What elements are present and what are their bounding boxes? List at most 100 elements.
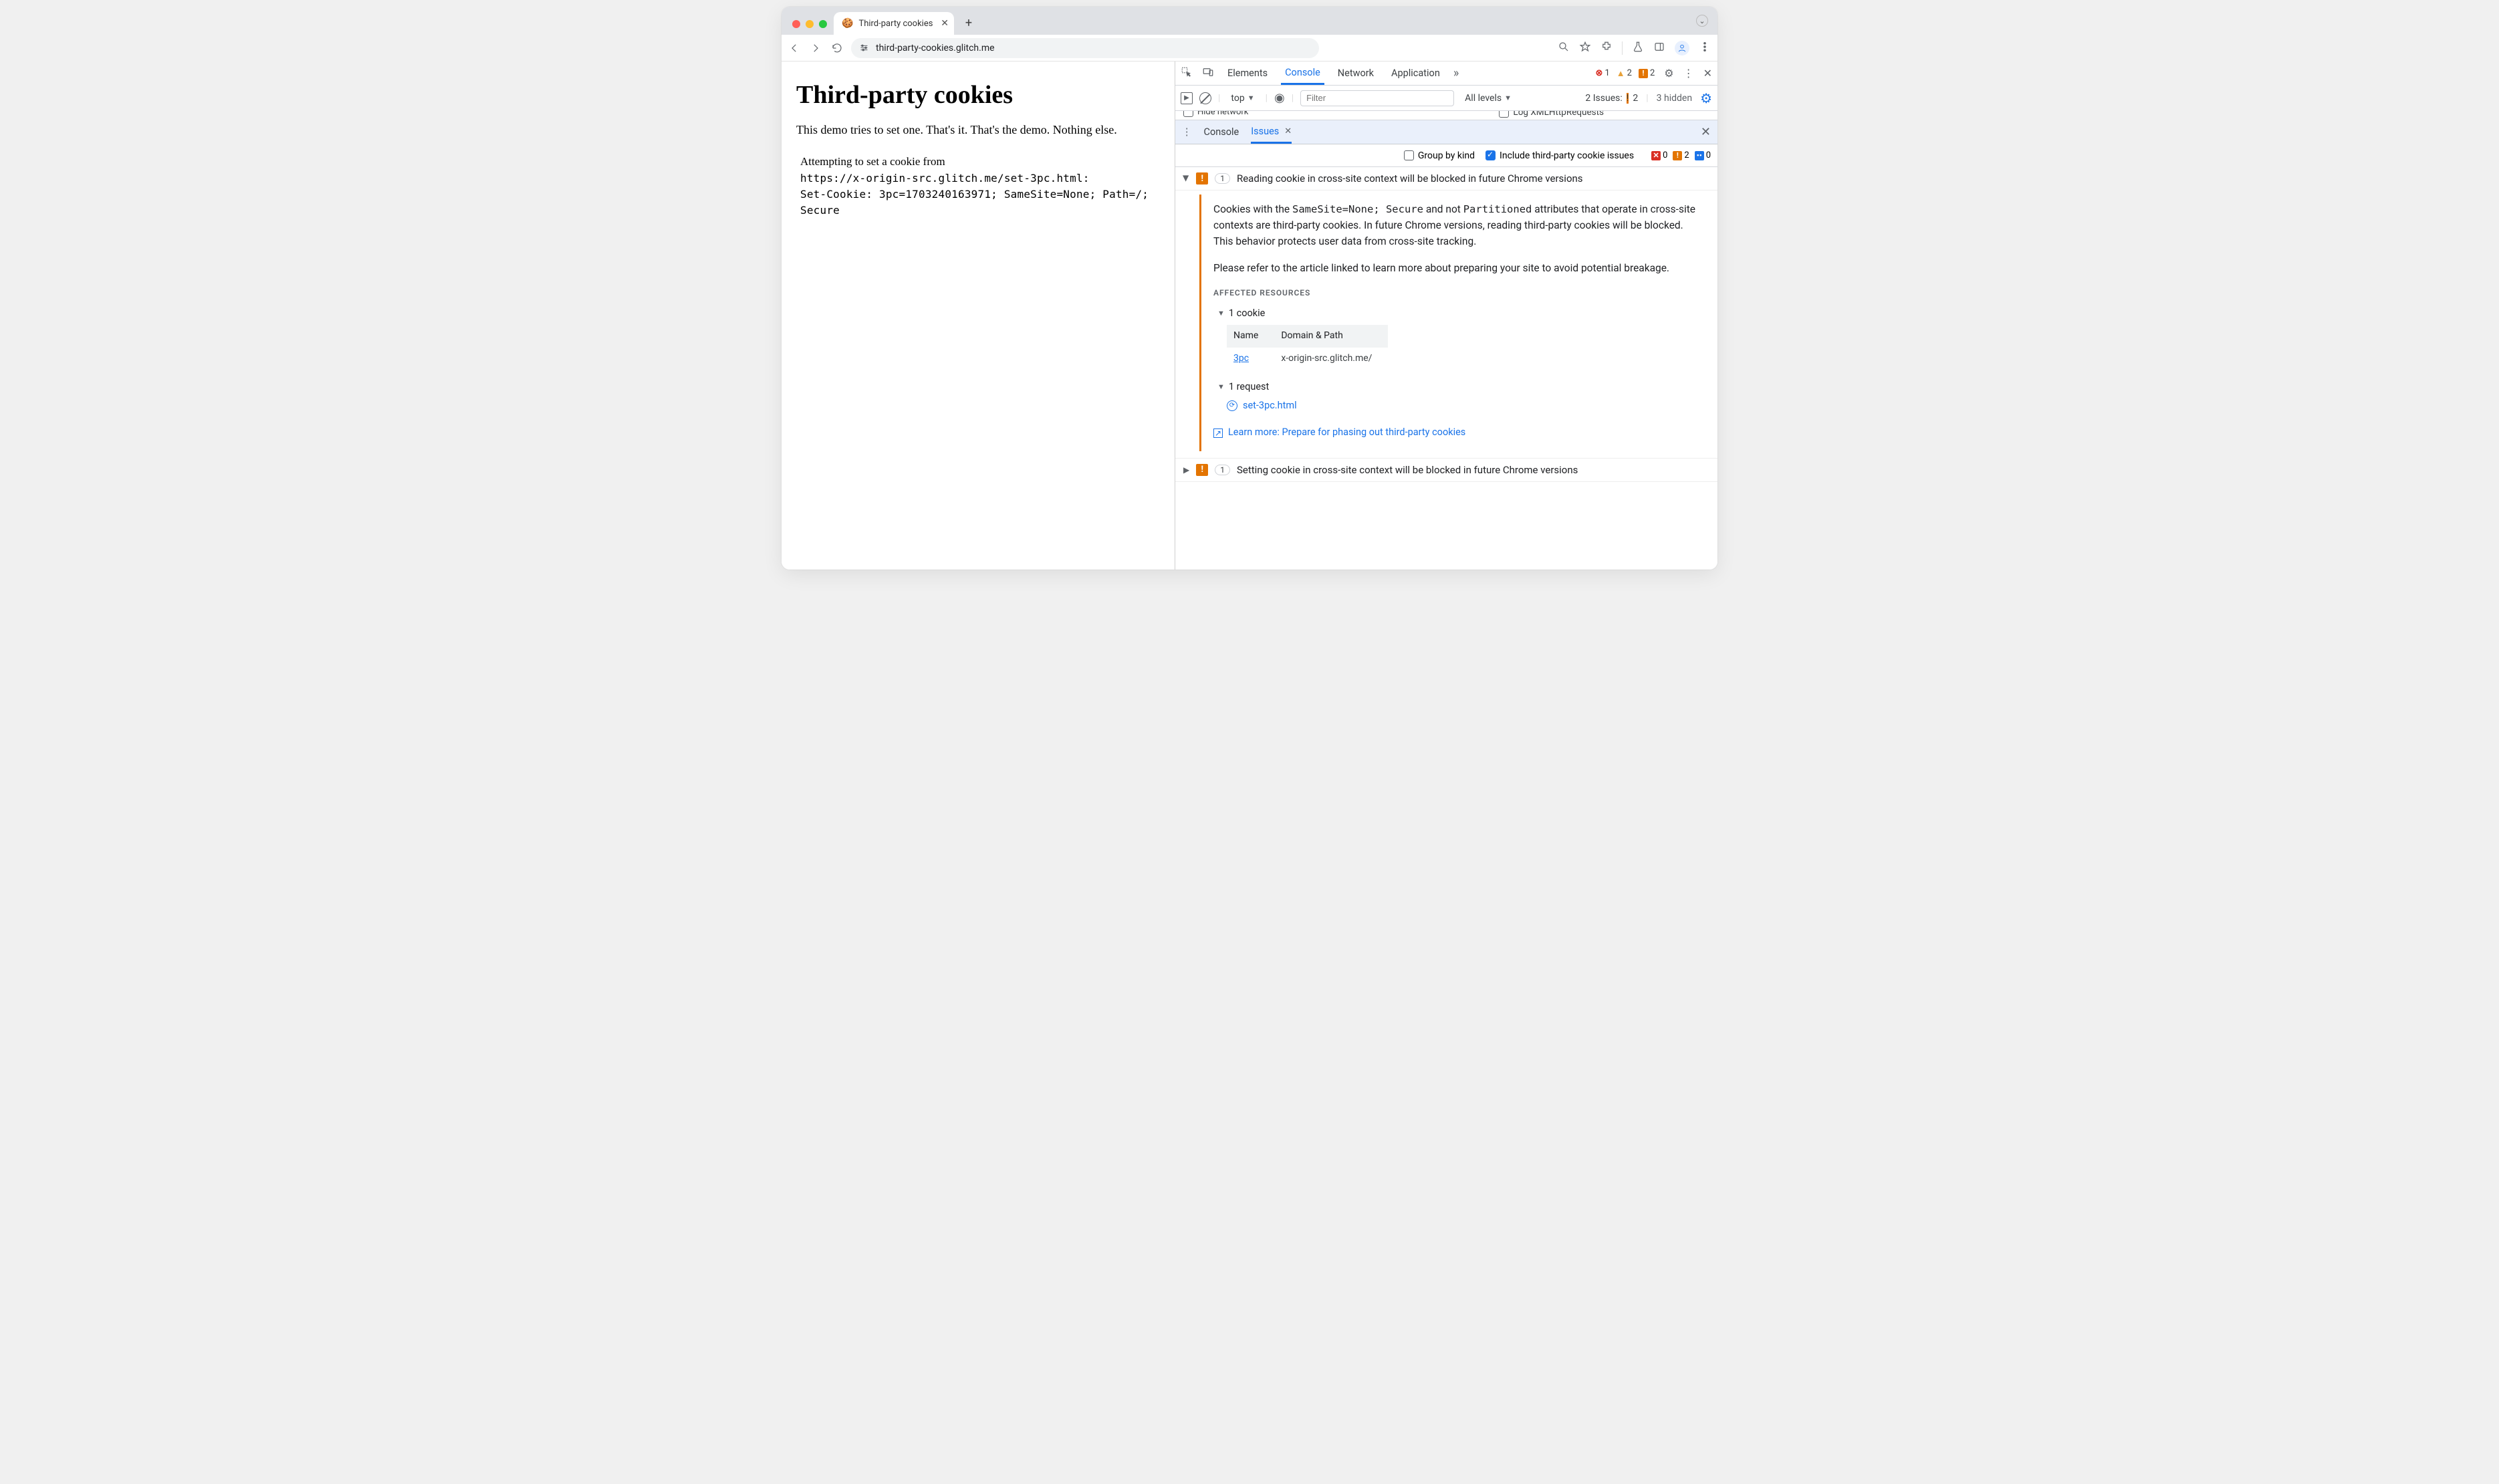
disclosure-triangle-icon: ▶ (1183, 465, 1189, 475)
issues-link[interactable]: 2 Issues:!2 (1585, 93, 1638, 104)
tab-strip: 🍪 Third-party cookies ✕ + ⌄ (782, 7, 1717, 35)
address-bar[interactable]: third-party-cookies.glitch.me (851, 38, 1319, 58)
console-settings-icon[interactable]: ⚙ (1700, 90, 1712, 106)
error-count[interactable]: ⊗1 (1596, 68, 1610, 78)
issues-count[interactable]: !2 (1639, 68, 1655, 78)
table-row: 3pc x-origin-src.glitch.me/ (1227, 348, 1388, 370)
refresh-icon: ⟳ (1227, 400, 1237, 411)
request-link[interactable]: ⟳ set-3pc.html (1227, 398, 1704, 413)
forward-button[interactable] (810, 42, 822, 54)
tab-list-button[interactable]: ⌄ (1696, 15, 1708, 27)
issue-title: Reading cookie in cross-site context wil… (1237, 172, 1583, 184)
page-heading: Third-party cookies (796, 80, 1160, 110)
affected-cookies-table: NameDomain & Path 3pc x-origin-src.glitc… (1227, 325, 1388, 370)
browser-toolbar: third-party-cookies.glitch.me (782, 35, 1717, 61)
tab-network[interactable]: Network (1334, 61, 1378, 85)
new-tab-button[interactable]: + (959, 13, 978, 32)
close-tab-icon[interactable]: ✕ (941, 18, 949, 29)
request-subgroup: ▼1 request ⟳ set-3pc.html (1217, 380, 1704, 414)
bookmark-icon[interactable] (1579, 41, 1591, 55)
cookie-url: https://x-origin-src.glitch.me/set-3pc.h… (800, 170, 1160, 187)
devtools-tabs: Elements Console Network Application » ⊗… (1175, 61, 1717, 86)
issue-count-pill: 1 (1215, 173, 1230, 184)
issues-errors-count: ✕0 (1651, 150, 1667, 160)
tab-console[interactable]: Console (1281, 61, 1324, 85)
issues-warn-count: !2 (1673, 150, 1689, 160)
close-window-button[interactable] (792, 20, 800, 28)
zoom-icon[interactable] (1558, 41, 1570, 55)
th-name: Name (1227, 325, 1274, 348)
cookie-subgroup: ▼1 cookie NameDomain & Path 3pc x-origin… (1217, 306, 1704, 370)
issue-title: Setting cookie in cross-site context wil… (1237, 464, 1578, 476)
issue-detail: Cookies with the SameSite=None; Secure a… (1199, 195, 1717, 451)
devtools-menu-icon[interactable]: ⋮ (1683, 67, 1694, 80)
issue-count-pill: 1 (1215, 465, 1230, 475)
filter-input[interactable] (1300, 90, 1454, 106)
site-settings-icon[interactable] (859, 43, 869, 53)
browser-tab[interactable]: 🍪 Third-party cookies ✕ (834, 12, 954, 35)
side-panel-icon[interactable] (1653, 41, 1665, 55)
minimize-window-button[interactable] (806, 20, 814, 28)
issue-row-expanded[interactable]: ▶ ! 1 Reading cookie in cross-site conte… (1175, 167, 1717, 191)
url-text: third-party-cookies.glitch.me (876, 43, 995, 53)
more-tabs-icon[interactable]: » (1453, 66, 1459, 80)
device-toggle-icon[interactable] (1202, 66, 1214, 81)
inspect-icon[interactable] (1181, 66, 1193, 81)
issues-list: ▶ ! 1 Reading cookie in cross-site conte… (1175, 167, 1717, 570)
attempt-line: Attempting to set a cookie from (800, 153, 1160, 170)
drawer-tab-issues[interactable]: Issues ✕ (1251, 120, 1292, 144)
profile-avatar[interactable] (1675, 41, 1689, 55)
warning-icon: ! (1196, 464, 1208, 476)
settings-icon[interactable]: ⚙ (1664, 67, 1673, 80)
zoom-window-button[interactable] (819, 20, 827, 28)
browser-window: 🍪 Third-party cookies ✕ + ⌄ third-party-… (782, 7, 1717, 570)
favicon-icon: 🍪 (842, 18, 853, 29)
devtools: Elements Console Network Application » ⊗… (1175, 61, 1717, 570)
devtools-drawer: ⋮ Console Issues ✕ ✕ Group by kind Inclu… (1175, 120, 1717, 570)
cookie-domain: x-origin-src.glitch.me/ (1274, 348, 1388, 370)
close-devtools-icon[interactable]: ✕ (1703, 67, 1712, 80)
extensions-icon[interactable] (1600, 41, 1613, 55)
tab-application[interactable]: Application (1387, 61, 1444, 85)
tab-title: Third-party cookies (858, 19, 933, 29)
warning-icon: ! (1196, 172, 1208, 184)
external-link-icon (1213, 428, 1223, 438)
cookie-attempt-block: Attempting to set a cookie from https://… (796, 153, 1160, 219)
reload-button[interactable] (831, 42, 843, 54)
group-by-kind-checkbox[interactable]: Group by kind (1404, 150, 1475, 161)
issues-info-count: ••0 (1695, 150, 1711, 160)
request-subgroup-toggle[interactable]: ▼1 request (1217, 380, 1704, 394)
log-levels-selector[interactable]: All levels ▼ (1461, 92, 1516, 105)
page-content: Third-party cookies This demo tries to s… (782, 61, 1175, 570)
cookie-name-link[interactable]: 3pc (1227, 348, 1274, 370)
close-drawer-icon[interactable]: ✕ (1701, 125, 1711, 139)
console-options-row: Hide network Log XMLHttpRequests (1175, 111, 1717, 120)
issue-body-2: Please refer to the article linked to le… (1213, 260, 1704, 276)
affected-resources-heading: AFFECTED RESOURCES (1213, 287, 1704, 299)
separator (1622, 41, 1623, 55)
th-domain: Domain & Path (1274, 325, 1388, 348)
drawer-tabs: ⋮ Console Issues ✕ ✕ (1175, 120, 1717, 144)
chrome-menu-icon[interactable] (1699, 41, 1711, 55)
learn-more-link[interactable]: Learn more: Prepare for phasing out thir… (1213, 425, 1704, 440)
include-3p-checkbox[interactable]: Include third-party cookie issues (1485, 150, 1634, 161)
issue-row-collapsed[interactable]: ▶ ! 1 Setting cookie in cross-site conte… (1175, 458, 1717, 482)
disclosure-triangle-icon: ▶ (1182, 175, 1191, 181)
toggle-sidebar-icon[interactable]: ▶ (1181, 92, 1193, 104)
page-intro: This demo tries to set one. That's it. T… (796, 123, 1160, 137)
back-button[interactable] (788, 42, 800, 54)
context-selector[interactable]: top ▼ (1227, 92, 1258, 105)
clear-console-icon[interactable] (1199, 92, 1211, 104)
issue-body-1: Cookies with the SameSite=None; Secure a… (1213, 201, 1704, 249)
tab-elements[interactable]: Elements (1223, 61, 1272, 85)
hidden-count[interactable]: 3 hidden (1657, 93, 1692, 104)
drawer-menu-icon[interactable]: ⋮ (1182, 126, 1192, 138)
console-toolbar: ▶ | top ▼ | ◉ | All levels ▼ 2 Issues:!2… (1175, 86, 1717, 111)
issues-filter-bar: Group by kind Include third-party cookie… (1175, 144, 1717, 167)
warning-count[interactable]: ▲2 (1617, 68, 1632, 79)
cookie-subgroup-toggle[interactable]: ▼1 cookie (1217, 306, 1704, 321)
live-expression-icon[interactable]: ◉ (1274, 91, 1285, 105)
drawer-tab-console[interactable]: Console (1204, 120, 1239, 144)
set-cookie-header: Set-Cookie: 3pc=1703240163971; SameSite=… (800, 187, 1160, 219)
labs-icon[interactable] (1632, 41, 1644, 55)
